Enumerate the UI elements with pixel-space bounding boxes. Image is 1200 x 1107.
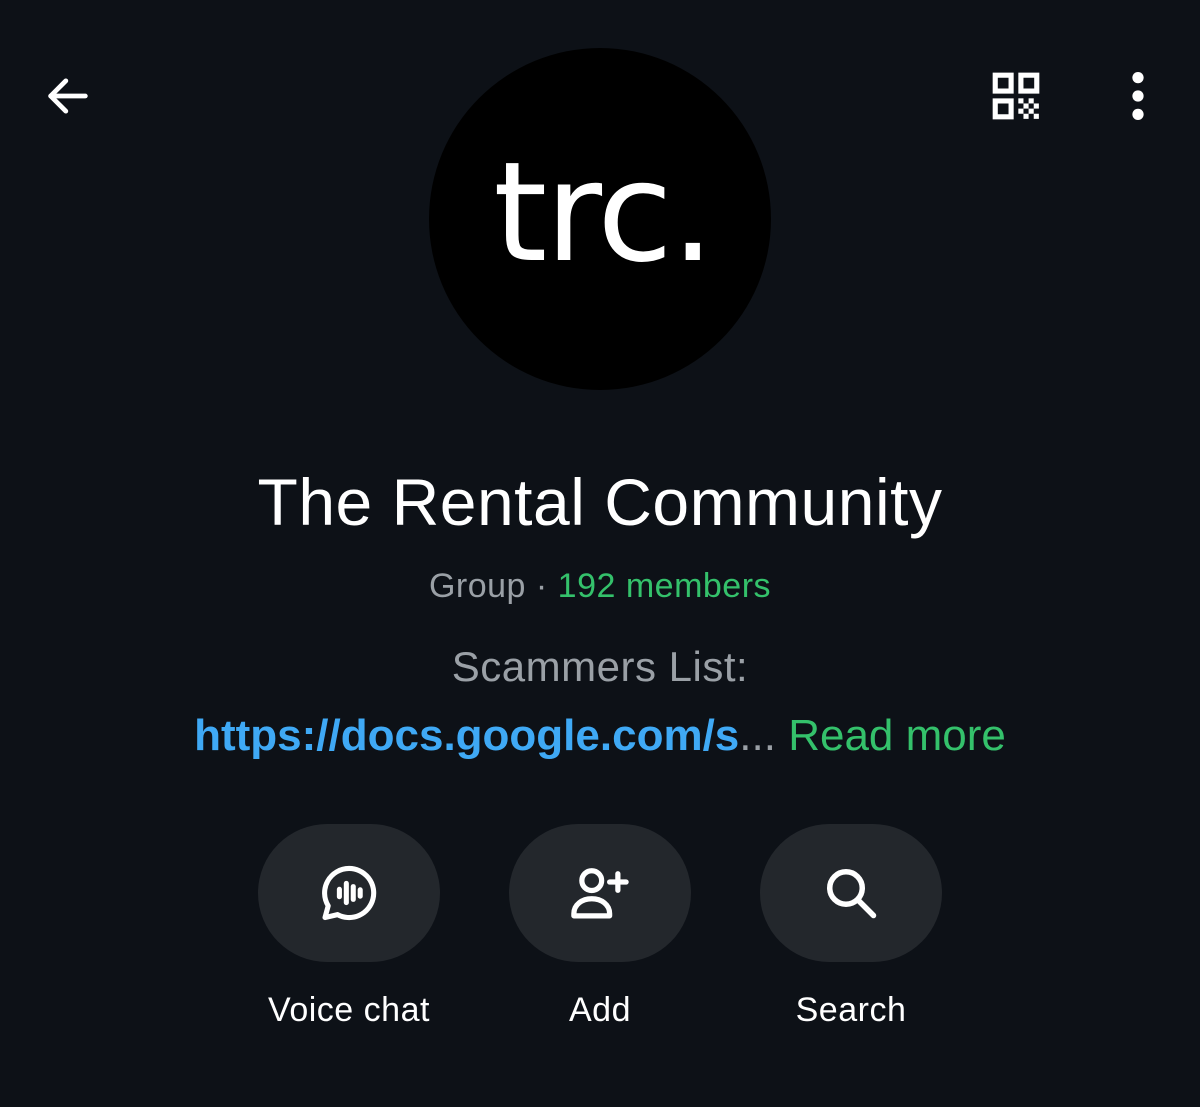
qr-code-icon [992,72,1040,120]
group-type-label: Group [428,567,526,605]
arrow-left-icon [48,78,88,114]
back-button[interactable] [28,56,108,136]
search-button-circle[interactable] [760,824,942,962]
voice-chat-icon [322,865,377,921]
more-options-button[interactable] [1098,56,1178,136]
voice-chat-button[interactable]: Voice chat [229,824,469,1030]
add-label: Add [569,991,631,1029]
qr-code-button[interactable] [976,56,1056,136]
read-more-link[interactable]: Read more [788,711,1006,760]
more-vertical-icon [1132,71,1144,121]
search-button[interactable]: Search [731,824,971,1030]
search-label: Search [795,991,907,1029]
group-meta: Group · 192 members [0,564,1200,608]
add-user-icon [571,868,629,919]
add-member-button-circle[interactable] [509,824,691,962]
add-member-button[interactable]: Add [480,824,720,1030]
description-link[interactable]: https://docs.google.com/s [194,711,739,760]
group-avatar[interactable]: trc. [429,48,771,390]
search-icon [827,869,877,919]
description-text: Scammers List: [451,643,749,690]
members-count-link[interactable]: 192 members [558,567,771,605]
description-link-line: https://docs.google.com/s... Read more [0,708,1200,764]
meta-separator: · [535,567,558,605]
group-title: The Rental Community [257,465,943,539]
avatar-logo-text: trc. [493,131,715,293]
action-buttons-row: Voice chat Add Search [0,824,1200,1044]
voice-chat-button-circle[interactable] [258,824,440,962]
voice-chat-label: Voice chat [268,991,430,1029]
description-ellipsis: ... [739,711,776,760]
